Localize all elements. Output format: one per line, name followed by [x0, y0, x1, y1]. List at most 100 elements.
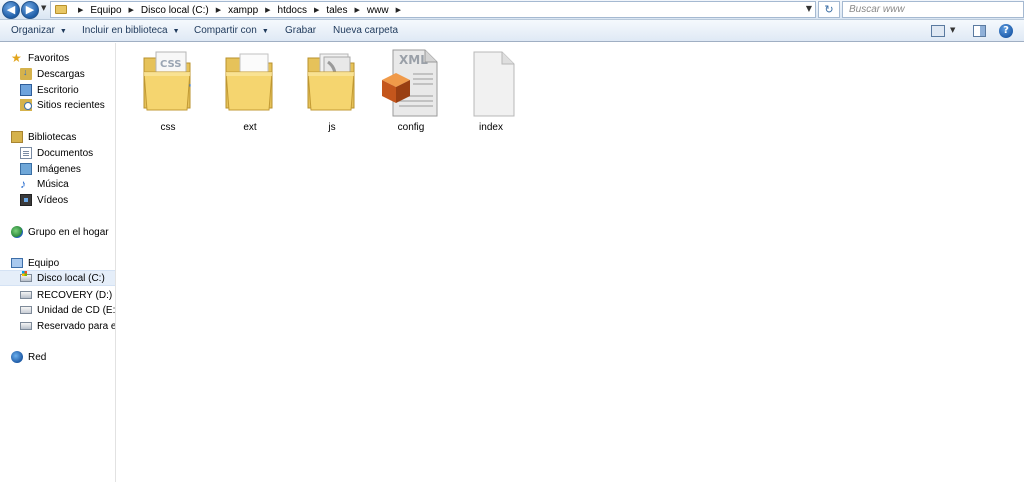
nav-label: Bibliotecas: [28, 131, 77, 143]
nav-label: Descargas: [37, 68, 85, 80]
nav-label: Grupo en el hogar: [28, 226, 109, 238]
folder-icon: [55, 5, 67, 14]
nav-label: Disco local (C:): [37, 272, 105, 284]
nav-label: Unidad de CD (E:): [37, 304, 116, 316]
music-note-icon: ♪: [20, 177, 26, 191]
nav-item-reservado[interactable]: Reservado para el sis: [0, 318, 116, 334]
command-bar: Organizar ▼ Incluir en biblioteca ▼ Compar…: [0, 20, 1024, 42]
nav-item-videos[interactable]: Vídeos: [0, 192, 115, 208]
xml-label: XML: [399, 53, 428, 67]
nav-label: Reservado para el sis: [37, 320, 116, 332]
nav-label: Red: [28, 351, 47, 363]
nav-label: Favoritos: [28, 52, 70, 64]
breadcrumb: ▶ Equipo ▶ Disco local (C:) ▶ xampp ▶ ht…: [71, 3, 408, 17]
new-folder-label: Nueva carpeta: [333, 25, 399, 36]
svg-text:CSS: CSS: [160, 59, 181, 70]
include-library-label: Incluir en biblioteca: [82, 25, 168, 36]
search-input[interactable]: [843, 2, 1023, 17]
breadcrumb-item-htdocs[interactable]: htdocs: [278, 5, 307, 16]
file-name: css: [160, 122, 176, 133]
breadcrumb-separator-icon[interactable]: ▶: [129, 6, 134, 14]
hard-drive-icon: [20, 322, 32, 330]
chevron-down-icon: ▼: [172, 28, 180, 35]
breadcrumb-separator-icon[interactable]: ▶: [355, 6, 360, 14]
nav-label: RECOVERY (D:): [37, 289, 113, 301]
chevron-down-icon: ▼: [59, 28, 67, 35]
nav-group-computer[interactable]: Equipo: [0, 255, 115, 271]
nav-item-descargas[interactable]: Descargas: [0, 66, 115, 82]
navigation-pane: ★ Favoritos Descargas Escritorio Sitios …: [0, 43, 116, 482]
search-box: [842, 1, 1024, 18]
nav-group-libraries[interactable]: Bibliotecas: [0, 129, 115, 145]
nav-item-unidad-cd[interactable]: Unidad de CD (E:): [0, 302, 116, 318]
breadcrumb-item-equipo[interactable]: Equipo: [90, 5, 121, 16]
preview-pane-icon[interactable]: [973, 25, 986, 37]
video-icon: [20, 194, 32, 206]
breadcrumb-item-disco-local[interactable]: Disco local (C:): [141, 5, 209, 16]
organize-button[interactable]: Organizar ▼: [11, 20, 67, 42]
file-item-js[interactable]: js: [293, 48, 371, 138]
address-dropdown-icon[interactable]: ▼: [806, 4, 812, 13]
star-icon: ★: [11, 51, 22, 65]
nav-label: Música: [37, 178, 69, 190]
nav-group-favorites[interactable]: ★ Favoritos: [0, 50, 115, 66]
folder-icon: [225, 53, 273, 111]
share-with-button[interactable]: Compartir con ▼: [194, 20, 269, 42]
desktop-icon: [20, 84, 32, 96]
new-folder-button[interactable]: Nueva carpeta: [333, 20, 398, 42]
burn-button[interactable]: Grabar: [285, 20, 316, 42]
nav-item-imagenes[interactable]: Imágenes: [0, 161, 115, 177]
recent-pages-dropdown[interactable]: ▼: [41, 4, 49, 16]
nav-group-homegroup[interactable]: Grupo en el hogar: [0, 224, 115, 240]
breadcrumb-separator-icon[interactable]: ▶: [265, 6, 270, 14]
view-options-dropdown[interactable]: ▼: [950, 22, 955, 38]
help-icon[interactable]: ?: [999, 24, 1013, 38]
refresh-button[interactable]: ↻: [818, 1, 840, 18]
file-item-css[interactable]: CSS {} css: [129, 48, 207, 138]
forward-button[interactable]: ▶: [21, 1, 39, 19]
pictures-icon: [20, 163, 32, 175]
homegroup-icon: [11, 226, 23, 238]
nav-item-documentos[interactable]: Documentos: [0, 145, 115, 161]
breadcrumb-separator-icon[interactable]: ▶: [396, 6, 401, 14]
breadcrumb-item-www[interactable]: www: [367, 5, 389, 16]
file-item-index[interactable]: index: [452, 48, 530, 138]
file-item-config[interactable]: XML config: [372, 48, 450, 138]
nav-label: Vídeos: [37, 194, 69, 206]
computer-icon: [11, 258, 23, 268]
nav-item-escritorio[interactable]: Escritorio: [0, 82, 115, 98]
burn-label: Grabar: [285, 25, 317, 36]
breadcrumb-separator-icon[interactable]: ▶: [314, 6, 319, 14]
nav-item-musica[interactable]: ♪ Música: [0, 176, 115, 192]
file-name: index: [479, 122, 503, 133]
breadcrumb-item-xampp[interactable]: xampp: [228, 5, 258, 16]
folder-with-pages-icon: [307, 53, 355, 111]
network-icon: [11, 351, 23, 363]
breadcrumb-separator-icon[interactable]: ▶: [216, 6, 221, 14]
downloads-folder-icon: [20, 67, 32, 80]
file-item-ext[interactable]: ext: [211, 48, 289, 138]
file-name: js: [328, 122, 336, 133]
cd-drive-icon: [20, 306, 32, 314]
nav-group-network[interactable]: Red: [0, 349, 115, 365]
address-path-box[interactable]: ▶ Equipo ▶ Disco local (C:) ▶ xampp ▶ ht…: [50, 1, 816, 18]
library-icon: [11, 131, 23, 143]
change-view-icon[interactable]: [931, 25, 945, 37]
file-list: CSS {} css ext js: [117, 43, 1024, 482]
chevron-down-icon: ▼: [261, 28, 269, 35]
include-library-button[interactable]: Incluir en biblioteca ▼: [82, 20, 180, 42]
nav-label: Escritorio: [37, 84, 79, 96]
recent-places-icon: [20, 99, 32, 111]
nav-label: Equipo: [28, 257, 60, 269]
organize-label: Organizar: [11, 25, 55, 36]
breadcrumb-item-tales[interactable]: tales: [326, 5, 347, 16]
blank-file-icon: [473, 51, 515, 117]
breadcrumb-separator-icon[interactable]: ▶: [78, 6, 83, 14]
file-name: ext: [243, 122, 257, 133]
nav-item-sitios-recientes[interactable]: Sitios recientes: [0, 97, 115, 113]
windows-drive-icon: [20, 271, 32, 282]
file-name: config: [397, 122, 425, 133]
nav-item-disco-local[interactable]: Disco local (C:): [0, 270, 115, 286]
back-button[interactable]: ◀: [2, 1, 20, 19]
nav-item-recovery[interactable]: RECOVERY (D:): [0, 287, 115, 303]
